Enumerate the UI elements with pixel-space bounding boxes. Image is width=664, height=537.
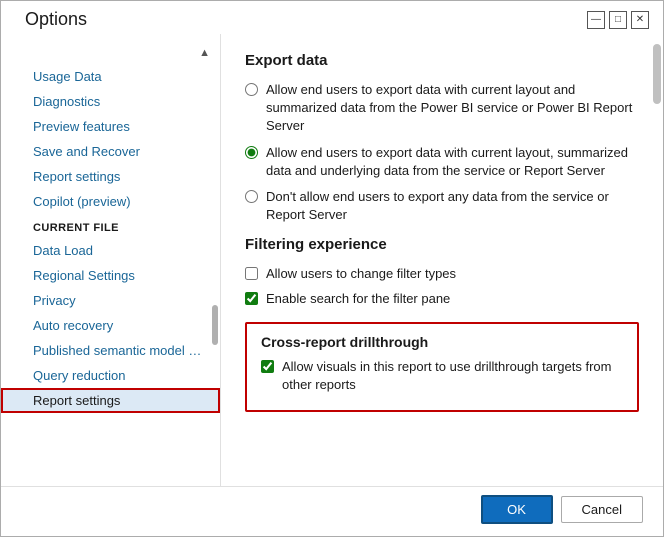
filter-checkbox-2[interactable] [245,292,258,305]
cross-report-option-1[interactable]: Allow visuals in this report to use dril… [261,358,623,394]
export-radio-3[interactable] [245,190,258,203]
filter-option-2[interactable]: Enable search for the filter pane [245,290,639,308]
cross-report-checkbox-1[interactable] [261,360,274,373]
sidebar-item-data-load[interactable]: Data Load [1,238,220,263]
sidebar-item-copilot[interactable]: Copilot (preview) [1,189,220,214]
sidebar-item-diagnostics[interactable]: Diagnostics [1,89,220,114]
export-data-section: Export data Allow end users to export da… [245,52,639,224]
sidebar-item-query-reduction[interactable]: Query reduction [1,363,220,388]
sidebar-item-regional-settings[interactable]: Regional Settings [1,263,220,288]
sidebar-scrollbar[interactable] [212,305,218,345]
export-data-title: Export data [245,52,639,69]
filter-checkbox-1[interactable] [245,267,258,280]
cross-report-section: Cross-report drillthrough Allow visuals … [245,322,639,412]
sidebar-item-report-settings-file[interactable]: Report settings [1,388,220,413]
sidebar-item-auto-recovery[interactable]: Auto recovery [1,313,220,338]
sidebar-item-report-settings-global[interactable]: Report settings [1,164,220,189]
current-file-label: CURRENT FILE [33,222,119,234]
minimize-button[interactable]: ― [587,11,605,29]
filter-option-1[interactable]: Allow users to change filter types [245,265,639,283]
filter-option-2-label: Enable search for the filter pane [266,290,450,308]
sidebar-item-published-semantic[interactable]: Published semantic model set... [1,338,220,363]
dialog-body: ▲ Usage Data Diagnostics Preview feature… [1,34,663,486]
sidebar-item-usage-data[interactable]: Usage Data [1,64,220,89]
dialog-title: Options [25,9,87,30]
window-controls: ― □ ✕ [587,11,649,29]
export-option-1-label: Allow end users to export data with curr… [266,81,639,136]
current-file-header: CURRENT FILE [1,214,220,238]
global-collapse-icon: ▲ [199,47,210,59]
cross-report-title: Cross-report drillthrough [261,334,623,350]
export-option-2-label: Allow end users to export data with curr… [266,144,639,180]
title-bar: Options ― □ ✕ [1,1,663,34]
filter-option-1-label: Allow users to change filter types [266,265,456,283]
options-dialog: Options ― □ ✕ ▲ Usage Data Diagnostics P… [0,0,664,537]
cancel-button[interactable]: Cancel [561,496,643,523]
close-button[interactable]: ✕ [631,11,649,29]
main-scrollbar[interactable] [653,44,661,104]
filtering-experience-section: Filtering experience Allow users to chan… [245,236,639,307]
export-data-options: Allow end users to export data with curr… [245,81,639,224]
dialog-footer: OK Cancel [1,486,663,536]
export-option-3-label: Don't allow end users to export any data… [266,188,639,224]
export-option-2[interactable]: Allow end users to export data with curr… [245,144,639,180]
maximize-button[interactable]: □ [609,11,627,29]
filtering-title: Filtering experience [245,236,639,253]
export-radio-1[interactable] [245,83,258,96]
export-radio-2[interactable] [245,146,258,159]
ok-button[interactable]: OK [481,495,553,524]
export-option-1[interactable]: Allow end users to export data with curr… [245,81,639,136]
cross-report-option-1-label: Allow visuals in this report to use dril… [282,358,623,394]
sidebar: ▲ Usage Data Diagnostics Preview feature… [1,34,221,486]
sidebar-item-preview-features[interactable]: Preview features [1,114,220,139]
main-content: Export data Allow end users to export da… [221,34,663,486]
sidebar-item-privacy[interactable]: Privacy [1,288,220,313]
export-option-3[interactable]: Don't allow end users to export any data… [245,188,639,224]
global-group-header[interactable]: ▲ [1,42,220,64]
sidebar-item-save-recover[interactable]: Save and Recover [1,139,220,164]
